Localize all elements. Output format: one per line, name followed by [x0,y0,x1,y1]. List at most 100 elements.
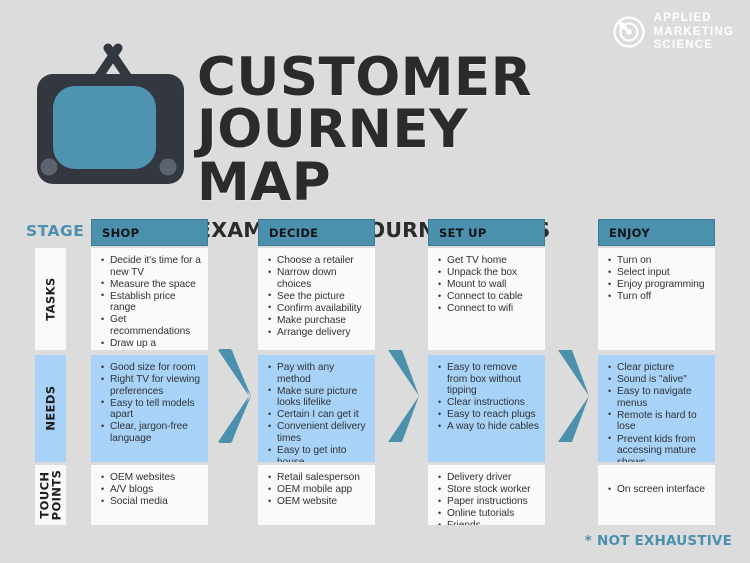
row-label-tasks: TASKS [35,248,66,350]
stage-header-decide-label: DECIDE [269,225,319,240]
list-item: Connect to wifi [438,303,539,315]
list-item: Decide it's time for a new TV [101,254,202,278]
page-title: CUSTOMER JOURNEY MAP [197,51,617,213]
list-item: Choose a retailer [268,255,369,267]
row-label-needs-text: NEEDS [43,385,58,432]
list-item: Confirm availability [268,302,369,315]
stage-header-decide[interactable]: DECIDE [258,219,375,246]
target-bullseye-arrow-icon [613,16,645,48]
list-item: Measure the space [101,278,202,291]
list-item: Establish price range [101,290,202,314]
list-item: Easy to navigate menus [608,386,709,409]
list-item: Delivery driver [438,472,539,484]
list-item: Paper instructions [438,496,539,508]
cell-shop-needs-list: Good size for room Right TV for viewing … [99,362,202,445]
list-item: Enjoy programming [608,279,709,291]
list-item: OEM website [268,496,369,508]
list-item: OEM websites [101,472,202,484]
title-block: CUSTOMER JOURNEY MAP EXAMPLE: TV JOURNEY… [197,51,617,242]
list-item: Social media [101,496,202,508]
list-item: Certain I can get it [268,409,369,421]
row-label-needs: NEEDS [35,355,66,462]
list-item: A way to hide cables [438,421,539,433]
cell-shop-tasks: Decide it's time for a new TV Measure th… [91,248,208,350]
stage-header-enjoy[interactable]: ENJOY [598,219,715,246]
cell-decide-tasks: Choose a retailer Narrow down choices Se… [258,248,375,350]
chevron-right-icon-setup-to-enjoy [558,350,589,442]
cell-setup-tasks: Get TV home Unpack the box Mount to wall… [428,248,545,350]
row-label-touch-points: TOUCH POINTS [35,465,66,525]
list-item: Turn on [608,255,709,267]
cell-shop-touchpoints-list: OEM websites A/V blogs Social media [99,472,202,508]
stage-header-enjoy-label: ENJOY [609,225,650,240]
cell-enjoy-needs: Clear picture Sound is "alive" Easy to n… [598,355,715,462]
list-item: On screen interface [608,484,709,496]
cell-setup-touchpoints: Delivery driver Store stock worker Paper… [428,465,545,525]
list-item: Easy to remove from box without tipping [438,362,539,397]
cell-setup-touchpoints-list: Delivery driver Store stock worker Paper… [436,472,539,525]
list-item: Retail salesperson [268,472,369,484]
list-item: Narrow down choices [268,267,369,290]
list-item: Easy to get into house [268,445,369,462]
list-item: Get recommendations [101,314,202,337]
cell-decide-needs-list: Pay with any method Make sure picture lo… [266,361,369,462]
brand-line-1: APPLIED [653,12,712,24]
cell-enjoy-tasks: Turn on Select input Enjoy programming T… [598,248,715,350]
list-item: Convenient delivery times [268,421,369,444]
list-item: Online tutorials [438,508,539,520]
chevron-right-icon-shop-to-decide [218,349,251,443]
brand-logo-text: APPLIED MARKETING SCIENCE [654,12,734,53]
cell-decide-needs: Pay with any method Make sure picture lo… [258,355,375,462]
chevron-right-icon-decide-to-setup [388,350,419,442]
list-item: Unpack the box [438,267,539,279]
stage-header-shop-label: SHOP [102,225,140,240]
stage-header-set-up[interactable]: SET UP [428,219,545,246]
television-icon [37,43,184,184]
list-item: Easy to reach plugs [438,409,539,421]
page-title-line-2: JOURNEY MAP [197,99,469,213]
cell-shop-touchpoints: OEM websites A/V blogs Social media [91,465,208,525]
list-item: Pay with any method [268,361,369,385]
list-item: Mount to wall [438,279,539,291]
list-item: Connect to cable [438,291,539,303]
stage-header-shop[interactable]: SHOP [91,219,208,246]
list-item: Make purchase [268,314,369,327]
list-item: Remote is hard to lose [608,409,709,433]
cell-shop-tasks-list: Decide it's time for a new TV Measure th… [99,254,202,350]
cell-setup-needs-list: Easy to remove from box without tipping … [436,362,539,433]
list-item: Make sure picture looks lifelike [268,385,369,409]
list-item: Clear, jargon-free language [101,421,202,444]
brand-line-3: SCIENCE [653,39,714,52]
cell-enjoy-tasks-list: Turn on Select input Enjoy programming T… [606,255,709,303]
cell-shop-needs: Good size for room Right TV for viewing … [91,355,208,462]
list-item: Right TV for viewing preferences [101,374,202,397]
list-item: Sound is "alive" [608,374,709,386]
row-label-touch-points-text: TOUCH POINTS [37,469,64,521]
list-item: Turn off [608,291,709,303]
list-item: Easy to tell models apart [101,397,202,421]
list-item: OEM mobile app [268,484,369,496]
list-item: See the picture [268,290,369,303]
cell-enjoy-touchpoints: On screen interface [598,465,715,525]
list-item: Get TV home [438,255,539,267]
list-item: Arrange delivery [268,327,369,339]
cell-setup-needs: Easy to remove from box without tipping … [428,355,545,462]
cell-enjoy-needs-list: Clear picture Sound is "alive" Easy to n… [606,362,709,462]
list-item: Good size for room [101,362,202,374]
row-label-tasks-text: TASKS [43,277,58,321]
list-item: A/V blogs [101,484,202,496]
list-item: Prevent kids from accessing mature shows [608,433,709,462]
cell-setup-tasks-list: Get TV home Unpack the box Mount to wall… [436,255,539,315]
stage-header-set-up-label: SET UP [439,225,487,240]
list-item: Friends [438,520,539,525]
brand-logo: APPLIED MARKETING SCIENCE [612,12,734,53]
cell-decide-touchpoints: Retail salesperson OEM mobile app OEM we… [258,465,375,525]
list-item: Store stock worker [438,484,539,496]
journey-matrix: TASKS NEEDS TOUCH POINTS SHOP Decide it'… [0,219,750,529]
cell-decide-tasks-list: Choose a retailer Narrow down choices Se… [266,255,369,339]
footnote-not-exhaustive: * NOT EXHAUSTIVE [584,533,732,549]
cell-enjoy-touchpoints-list: On screen interface [606,472,709,496]
list-item: Draw up a consideration set [101,338,202,350]
cell-decide-touchpoints-list: Retail salesperson OEM mobile app OEM we… [266,472,369,508]
list-item: Select input [608,267,709,279]
